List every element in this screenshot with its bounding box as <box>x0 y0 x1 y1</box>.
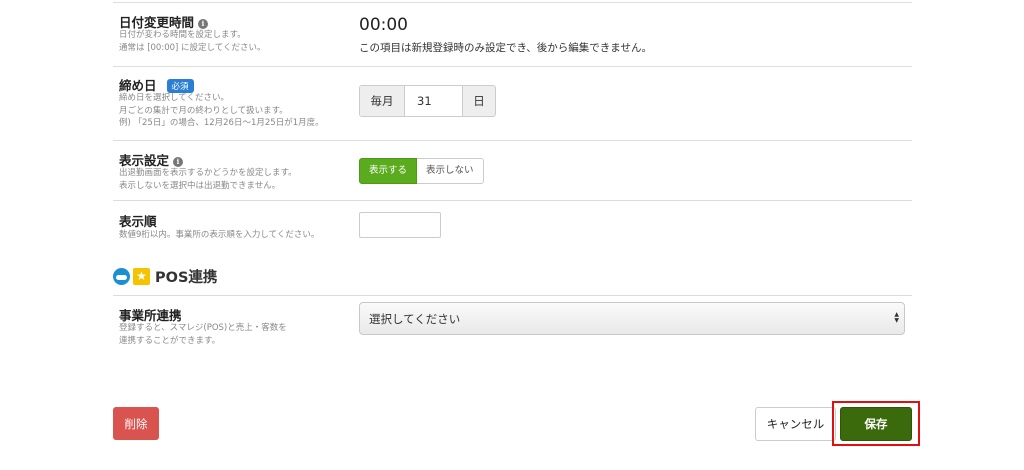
help-line: 例) 「25日」の場合、12月26日〜1月25日が1月度。 <box>119 118 324 128</box>
help-line: 表示しないを選択中は出退勤できません。 <box>119 180 281 191</box>
help-line: 数値9桁以内。事業所の表示順を入力してください。 <box>119 230 320 240</box>
save-button[interactable]: 保存 <box>840 407 912 441</box>
display-order-help: 数値9桁以内。事業所の表示順を入力してください。 <box>119 229 349 242</box>
date-change-note: この項目は新規登録時のみ設定でき、後から編集できません。 <box>359 42 652 54</box>
closing-day-prefix: 毎月 <box>360 86 405 116</box>
divider <box>113 66 912 67</box>
office-link-select[interactable]: 選択してください ▲ ▼ <box>359 302 905 335</box>
closing-day-help: 締め日を選択してください。 月ごとの集計で月の終わりとして扱います。 例) 「2… <box>119 92 349 130</box>
help-line: 日付が変わる時間を設定します。 <box>119 30 246 40</box>
required-badge: 必須 <box>166 79 194 93</box>
date-change-label-text: 日付変更時間 <box>119 15 195 30</box>
closing-day-input-group: 毎月 日 <box>359 85 496 117</box>
divider <box>113 140 912 141</box>
date-change-help: 日付が変わる時間を設定します。 通常は [00:00] に設定してください。 <box>119 29 349 54</box>
pos-section-title: POS連携 <box>155 270 218 286</box>
help-line: 月ごとの集計で月の終わりとして扱います。 <box>119 105 288 116</box>
office-link-select-value: 選択してください <box>369 311 461 326</box>
star-icon: ★ <box>133 268 150 285</box>
help-line: 通常は [00:00] に設定してください。 <box>119 42 266 53</box>
divider <box>113 295 912 296</box>
delete-button[interactable]: 削除 <box>113 407 159 440</box>
display-setting-label-text: 表示設定 <box>119 153 170 168</box>
date-change-value: 00:00 <box>359 15 408 35</box>
help-line: 登録すると、スマレジ(POS)と売上・客数を <box>119 323 287 333</box>
closing-day-label-text: 締め日 <box>119 78 157 93</box>
info-icon[interactable]: i <box>198 19 209 29</box>
hide-option-button[interactable]: 表示しない <box>417 158 484 184</box>
help-line: 締め日を選択してください。 <box>119 93 229 103</box>
closing-day-input[interactable] <box>405 86 462 116</box>
info-icon[interactable]: i <box>173 157 184 167</box>
show-option-button[interactable]: 表示する <box>359 158 418 184</box>
select-arrows-icon: ▲ ▼ <box>894 311 899 324</box>
display-toggle: 表示する 表示しない <box>359 158 484 184</box>
pos-section-header: ★ POS連携 <box>113 266 217 287</box>
divider <box>113 200 912 201</box>
office-link-help: 登録すると、スマレジ(POS)と売上・客数を 連携することができます。 <box>119 322 349 347</box>
display-order-input[interactable] <box>359 212 441 238</box>
closing-day-suffix: 日 <box>462 86 495 116</box>
cloud-icon <box>113 268 130 285</box>
help-line: 連携することができます。 <box>119 335 221 346</box>
cancel-button[interactable]: キャンセル <box>755 407 836 441</box>
display-order-label: 表示順 <box>119 214 157 229</box>
divider <box>113 2 912 3</box>
display-setting-help: 出退勤画面を表示するかどうかを設定します。 表示しないを選択中は出退勤できません… <box>119 167 349 192</box>
help-line: 出退勤画面を表示するかどうかを設定します。 <box>119 168 297 178</box>
